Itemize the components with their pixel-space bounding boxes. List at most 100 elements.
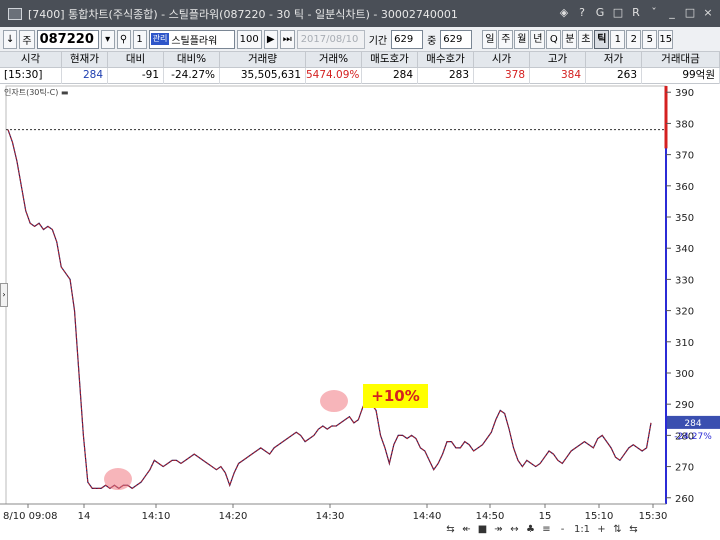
minimize-button[interactable]: _ [664,5,680,20]
chart-legend: 인자트(30틱-C) ▬ [4,88,69,97]
x-tick-label: 14:10 [142,511,171,522]
stock-name-field[interactable]: 관리 스틸플라워 [148,29,235,49]
mode-button[interactable]: 주 [19,29,35,49]
nav-control-icon[interactable]: ■ [476,524,489,535]
quote-value-cell: -91 [108,68,164,84]
tick-selector[interactable]: 1 [132,29,147,49]
quote-header-cell: 대비 [108,52,164,68]
code-dropdown-icon[interactable]: ▾ [100,29,115,49]
y-tick-label: 360 [675,182,694,193]
date-input[interactable]: 2017/08/10 [296,29,365,49]
quote-value-cell: 284 [62,68,108,84]
y-tick-label: 390 [675,88,694,99]
quote-value-cell: 284 [362,68,418,84]
quote-header-cell: 매도호가 [362,52,418,68]
window-buttons: ◈ ? G □ R ˇ _ □ × [556,5,716,20]
period-button[interactable]: 5 [642,29,658,49]
low-point-marker [104,468,132,491]
period-button[interactable]: Q [546,29,562,49]
current-change-label: -24.27% [674,432,712,442]
x-tick-label: 14:20 [219,511,248,522]
nav-control-icon[interactable]: ↠ [492,524,505,535]
x-tick-label: 14 [78,511,91,522]
period-button[interactable]: 초 [578,29,594,49]
arrow-down-icon[interactable]: ↓ [3,29,18,49]
quote-value-cell: 99억원 [642,68,720,84]
quote-table: 시각 현재가 대비 대비% 거래량 거래% 매도호가 매수호가 시가 고가 저가 거래대금 [15:3… [0,52,720,84]
period-button[interactable]: 년 [530,29,546,49]
quote-header-cell: 매수호가 [418,52,474,68]
y-tick-label: 380 [675,119,694,130]
quote-header-cell: 저가 [586,52,642,68]
nav-control-icon[interactable]: ⇆ [627,524,640,535]
quote-header-cell: 고가 [530,52,586,68]
quote-value-cell: 263 [586,68,642,84]
window-icon [8,7,22,20]
quote-value-cell: 384 [530,68,586,84]
nav-control-icon[interactable]: 1:1 [572,524,592,535]
quote-value-cell: 378 [474,68,530,84]
y-tick-label: 310 [675,338,694,349]
quote-value-cell: 5474.09% [306,68,362,84]
quote-header-cell: 대비% [164,52,220,68]
link-icon[interactable]: ◈ [556,5,572,20]
y-tick-label: 300 [675,369,694,380]
nav-control-icon[interactable]: ↞ [460,524,473,535]
nav-control-icon[interactable]: - [556,524,569,535]
quote-header-cell: 시각 [0,52,62,68]
window-title: [7400] 통합차트(주식종합) - 스틸플라워(087220 - 30 틱 … [28,7,458,21]
y-tick-label: 320 [675,307,694,318]
period-input[interactable]: 629 [391,29,424,49]
period-button[interactable]: 분 [562,29,578,49]
nav-control-icon[interactable]: ≡ [540,524,553,535]
group-icon[interactable]: G [592,5,608,20]
maximize-button[interactable]: □ [682,5,698,20]
x-tick-label: 8/10 09:08 [3,511,57,522]
quote-header: 시각 현재가 대비 대비% 거래량 거래% 매도호가 매수호가 시가 고가 저가 거래대금 [0,52,720,68]
search-icon[interactable]: ⚲ [116,29,131,49]
quote-value-cell: -24.27% [164,68,220,84]
period-button[interactable]: 1 [610,29,626,49]
period-button[interactable]: 월 [514,29,530,49]
nav-control-icon[interactable]: ⇆ [444,524,457,535]
stock-name: 스틸플라워 [171,35,218,47]
chart-area[interactable]: 260 270 280 290 300 310 320 330 340 350 360 370 380 3… [0,84,720,540]
quote-header-cell: 거래량 [220,52,306,68]
help-icon[interactable]: ? [574,5,590,20]
y-tick-label: 260 [675,494,694,505]
quote-value-cell: 283 [418,68,474,84]
period-buttons: 일 주 월 년 Q 분 초 틱 1 2 5 15 [482,29,674,49]
period-button[interactable]: 2 [626,29,642,49]
nav-control-icon[interactable]: ⇅ [611,524,624,535]
next-icon[interactable]: ⏭ [279,29,295,49]
y-tick-label: 290 [675,400,694,411]
period-button[interactable]: 일 [482,29,498,49]
nav-control-icon[interactable]: ♣ [524,524,537,535]
y-tick-label: 270 [675,463,694,474]
stock-code-input[interactable]: 087220 [36,29,99,49]
refresh-icon[interactable]: R [628,5,644,20]
nav-control-icon[interactable]: + [595,524,608,535]
period-button[interactable]: 15 [658,29,674,49]
close-button[interactable]: × [700,5,716,20]
chart-toolbar: ↓ 주 087220 ▾ ⚲ 1 관리 스틸플라워 100 ▶ ⏭ 2017/0… [0,27,720,52]
count-input[interactable]: 629 [440,29,473,49]
y-tick-label: 370 [675,151,694,162]
current-price-label: 284 [684,419,701,429]
x-tick-label: 14:40 [413,511,442,522]
period-button[interactable]: 틱 [594,29,610,49]
side-panel-handle[interactable]: › [0,283,8,307]
count-label: 중 [427,35,437,47]
percent-button[interactable]: 100 [236,29,262,49]
quote-row: [15:30] 284 -91 -24.27% 35,505,631 5474.09% 28… [0,68,720,84]
dropdown-icon[interactable]: ˇ [646,5,662,20]
quote-value-cell: 35,505,631 [220,68,306,84]
y-tick-label: 330 [675,275,694,286]
period-button[interactable]: 주 [498,29,514,49]
screen-icon[interactable]: □ [610,5,626,20]
plot-frame [5,85,667,505]
quote-value-cell: [15:30] [0,68,62,84]
price-chart[interactable]: 2602702802903003103203303403503603703803… [0,84,720,540]
play-icon[interactable]: ▶ [263,29,278,49]
nav-control-icon[interactable]: ↔ [508,524,521,535]
